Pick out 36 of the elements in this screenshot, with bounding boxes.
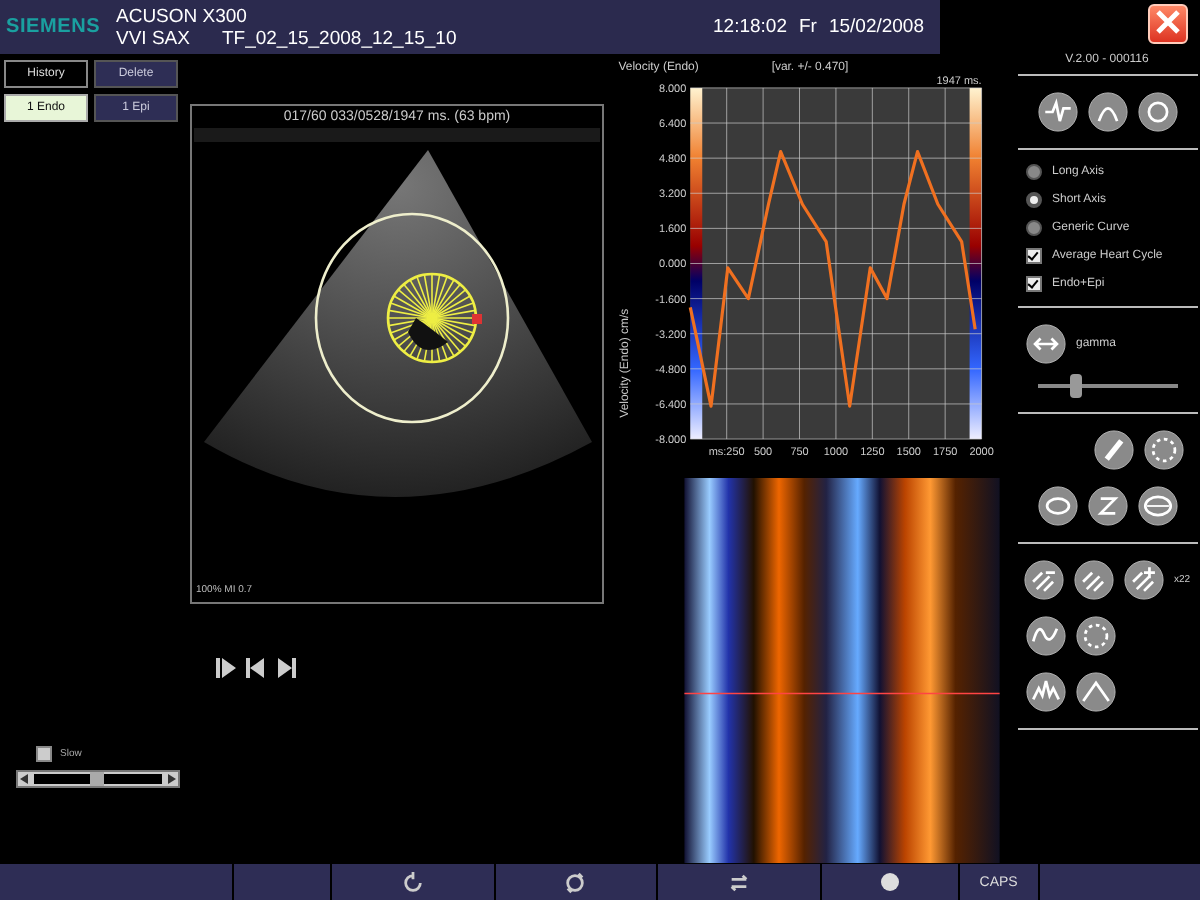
twisted-shape-icon[interactable] xyxy=(1087,486,1127,526)
date-text: 15/02/2008 xyxy=(828,16,924,38)
left-arrow-icon[interactable] xyxy=(20,774,30,784)
slow-checkbox[interactable] xyxy=(36,746,52,762)
stripes-icon[interactable] xyxy=(1073,560,1114,600)
weekday: Fr xyxy=(798,16,817,38)
waveform-icon[interactable] xyxy=(1037,92,1077,132)
arch-icon[interactable] xyxy=(1087,92,1127,132)
skip-back-icon[interactable] xyxy=(244,656,268,680)
slider-thumb[interactable] xyxy=(90,772,104,786)
rotate-icon[interactable] xyxy=(402,871,425,893)
file-name: TF_02_15_2008_12_15_10 xyxy=(221,27,457,49)
peak-icon[interactable] xyxy=(1076,672,1116,712)
dotted-ring-icon[interactable] xyxy=(1076,616,1116,656)
peaks-icon[interactable] xyxy=(1026,672,1066,712)
study-name: VVI SAX xyxy=(116,27,190,49)
striped-ellipse-icon[interactable] xyxy=(1137,486,1177,526)
right-arrow-icon[interactable] xyxy=(166,774,176,784)
dotted-ring-icon[interactable] xyxy=(1144,430,1184,470)
clock-time: 12:18:02 xyxy=(713,16,787,38)
system-name: ACUSON X300 xyxy=(116,5,249,27)
circle-icon[interactable] xyxy=(879,872,900,892)
skip-forward-icon[interactable] xyxy=(274,656,298,680)
close-button[interactable] xyxy=(1148,4,1188,44)
ring-icon[interactable] xyxy=(1137,92,1177,132)
logo-text: SIEMENS xyxy=(6,16,103,38)
arrows-icon[interactable] xyxy=(1026,324,1066,364)
wave-icon[interactable] xyxy=(1026,616,1066,656)
frame-slider[interactable] xyxy=(16,770,180,788)
ellipse-icon[interactable] xyxy=(1037,486,1077,526)
gamma-slider[interactable] xyxy=(1037,374,1177,398)
refresh-icon[interactable] xyxy=(564,871,587,893)
play-icon[interactable] xyxy=(214,656,238,680)
plus-stripes-icon[interactable] xyxy=(1123,560,1164,600)
minus-stripes-icon[interactable] xyxy=(1023,560,1064,600)
swap-icon[interactable] xyxy=(727,871,750,893)
